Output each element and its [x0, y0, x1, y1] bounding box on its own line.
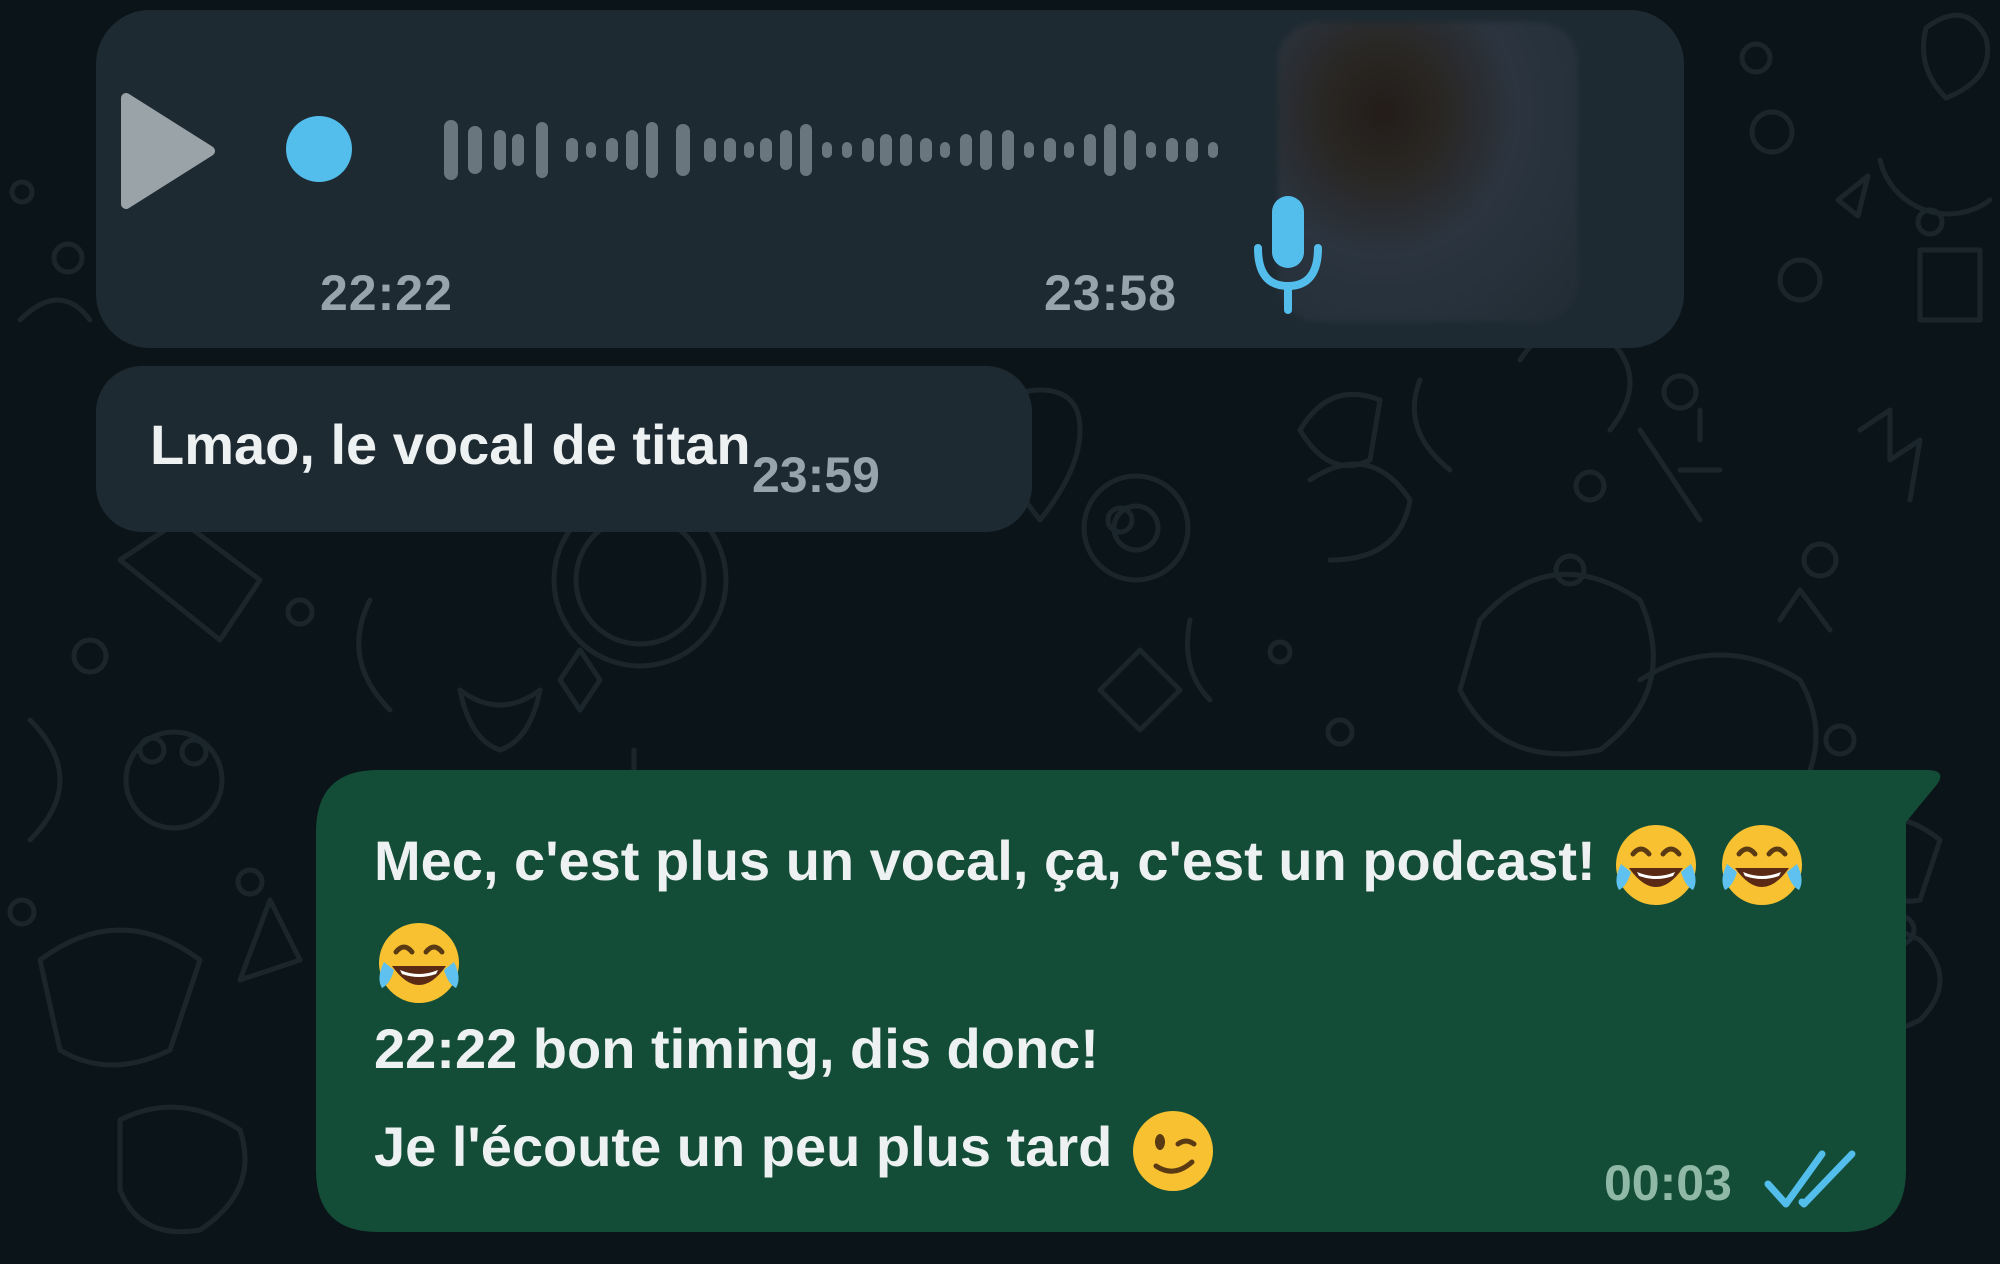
message-line: Je l'écoute un peu plus tard: [374, 1106, 1218, 1196]
microphone-icon: [1254, 196, 1322, 314]
face-with-tears-of-joy-icon: [379, 923, 459, 1003]
message-line: Mec, c'est plus un vocal, ça, c'est un p…: [374, 820, 1807, 910]
voice-message-time: 23:58: [1044, 265, 1177, 321]
message-text: 22:22 bon timing, dis donc!: [374, 1017, 1099, 1080]
message-timestamp: 23:59: [752, 447, 880, 503]
winking-face-icon: [1132, 1111, 1213, 1191]
voice-waveform[interactable]: [360, 90, 1280, 210]
face-with-tears-of-joy-icon: [1721, 825, 1802, 905]
playback-progress-handle[interactable]: [286, 116, 352, 182]
play-icon[interactable]: [112, 86, 222, 216]
message-text: Lmao, le vocal de titan: [150, 413, 751, 476]
voice-elapsed-time: 22:22: [320, 265, 453, 321]
message-text: Mec, c'est plus un vocal, ça, c'est un p…: [374, 828, 1596, 892]
message-line: [374, 918, 464, 1008]
double-check-read-icon: [1764, 1150, 1856, 1208]
message-text: Je l'écoute un peu plus tard: [374, 1114, 1113, 1178]
incoming-message-bubble[interactable]: Lmao, le vocal de titan: [96, 366, 1032, 532]
message-timestamp: 00:03: [1604, 1155, 1732, 1211]
face-with-tears-of-joy-icon: [1616, 825, 1697, 905]
